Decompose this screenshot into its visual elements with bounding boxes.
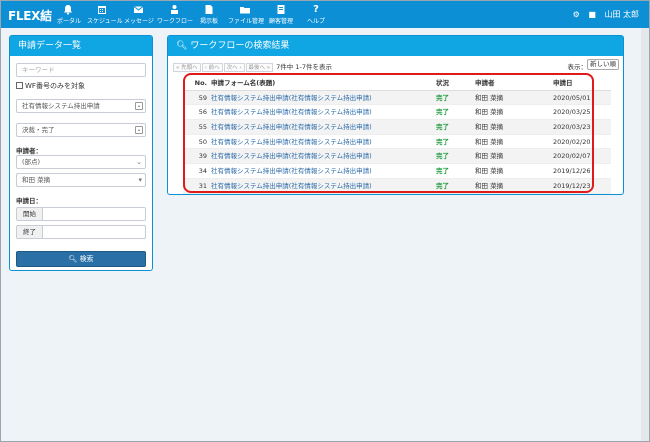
- nav-customers[interactable]: 顧客管理: [268, 4, 294, 26]
- top-nav-bar: FLEX結 ポータル スケジュール メッセージ ワークフロー 掲示板 ファイル管: [1, 1, 649, 28]
- user-area: ⚙ ■ 山田 太郎: [567, 9, 639, 20]
- user-name[interactable]: 山田 太郎: [604, 10, 639, 19]
- highlight-annotation: [183, 73, 594, 193]
- question-icon: ?: [313, 4, 319, 15]
- form-select-value: 社有情報システム持出申請: [22, 102, 100, 110]
- workflow-icon: [157, 4, 191, 16]
- board-icon: [197, 4, 221, 16]
- folder-icon: [228, 4, 262, 16]
- nav-label: 顧客管理: [268, 18, 293, 25]
- nav-label: ファイル管理: [228, 18, 265, 25]
- customer-icon: [268, 4, 294, 16]
- search-icon: 🔍︎: [68, 255, 78, 263]
- start-date-label: 開始: [17, 208, 43, 220]
- nav-message[interactable]: メッセージ: [124, 4, 154, 26]
- search-button[interactable]: 🔍︎ 検索: [16, 251, 146, 267]
- pager-first[interactable]: « 先頭へ: [173, 63, 201, 72]
- checkbox-box[interactable]: [16, 82, 23, 89]
- sort-select-value: 新しい順: [590, 60, 616, 68]
- pager-prev[interactable]: ‹ 前へ: [201, 63, 223, 72]
- dropdown-icon: ⌄: [135, 102, 143, 110]
- nav-help[interactable]: ? ヘルプ: [307, 4, 325, 26]
- result-count: 7件中 1-7件を表示: [276, 63, 332, 71]
- search-panel-title: 申請データ一覧: [10, 36, 152, 56]
- user-icon[interactable]: ■: [588, 10, 596, 19]
- sort-select[interactable]: 新しい順: [587, 59, 619, 70]
- dropdown-icon: ⌄: [135, 126, 143, 134]
- search-icon: 🔍︎: [176, 41, 188, 51]
- nav-files[interactable]: ファイル管理: [228, 4, 265, 26]
- calendar-icon: [87, 4, 117, 16]
- chevron-down-icon: ⌄: [136, 158, 142, 166]
- display-label: 表示：: [567, 63, 588, 71]
- search-button-label: 検索: [79, 255, 94, 263]
- dept-select[interactable]: (部点) ⌄: [16, 155, 146, 169]
- person-select[interactable]: 和田 菜摘 ▾: [16, 173, 146, 187]
- person-select-value: 和田 菜摘: [22, 176, 51, 184]
- results-panel-header: 🔍︎ ワークフローの検索結果: [168, 36, 623, 56]
- nav-workflow[interactable]: ワークフロー: [157, 4, 194, 26]
- scrollbar[interactable]: [641, 28, 649, 441]
- dept-select-value: (部点): [22, 158, 41, 166]
- end-date-label: 終了: [17, 226, 43, 238]
- form-select[interactable]: 社有情報システム持出申請 ⌄: [16, 99, 146, 113]
- keyword-input[interactable]: キーワード: [16, 63, 146, 77]
- envelope-icon: [124, 4, 152, 16]
- pager: « 先頭へ ‹ 前へ 次へ › 最後へ » 7件中 1-7件を表示: [173, 61, 332, 72]
- status-select-value: 決裁・完了: [22, 126, 55, 134]
- nav-schedule[interactable]: スケジュール: [87, 4, 123, 26]
- results-panel-title: ワークフローの検索結果: [190, 41, 290, 51]
- settings-icon[interactable]: ⚙: [573, 10, 580, 19]
- nav-label: スケジュール: [87, 18, 123, 25]
- status-select[interactable]: 決裁・完了 ⌄: [16, 123, 146, 137]
- applicant-label: 申請者：: [16, 147, 42, 155]
- wf-only-label: WF番号のみを対象: [25, 82, 85, 90]
- pager-last[interactable]: 最後へ »: [245, 63, 274, 72]
- end-date-field[interactable]: 終了: [16, 225, 146, 239]
- nav-label: 掲示板: [199, 18, 218, 25]
- pager-next[interactable]: 次へ ›: [223, 63, 245, 72]
- nav-label: メッセージ: [124, 18, 154, 25]
- wf-only-checkbox[interactable]: WF番号のみを対象: [16, 81, 85, 91]
- nav-label: ヘルプ: [307, 18, 326, 25]
- start-date-field[interactable]: 開始: [16, 207, 146, 221]
- app-logo[interactable]: FLEX結: [8, 7, 52, 24]
- caret-down-icon: ▾: [138, 176, 142, 184]
- nav-board[interactable]: 掲示板: [197, 4, 221, 26]
- date-label: 申請日：: [16, 197, 42, 205]
- nav-label: ポータル: [57, 18, 82, 25]
- search-panel: 申請データ一覧 キーワード WF番号のみを対象 社有情報システム持出申請 ⌄ 決…: [9, 35, 153, 271]
- nav-label: ワークフロー: [157, 18, 194, 25]
- nav-portal[interactable]: ポータル: [57, 4, 82, 26]
- bell-icon: [57, 4, 79, 16]
